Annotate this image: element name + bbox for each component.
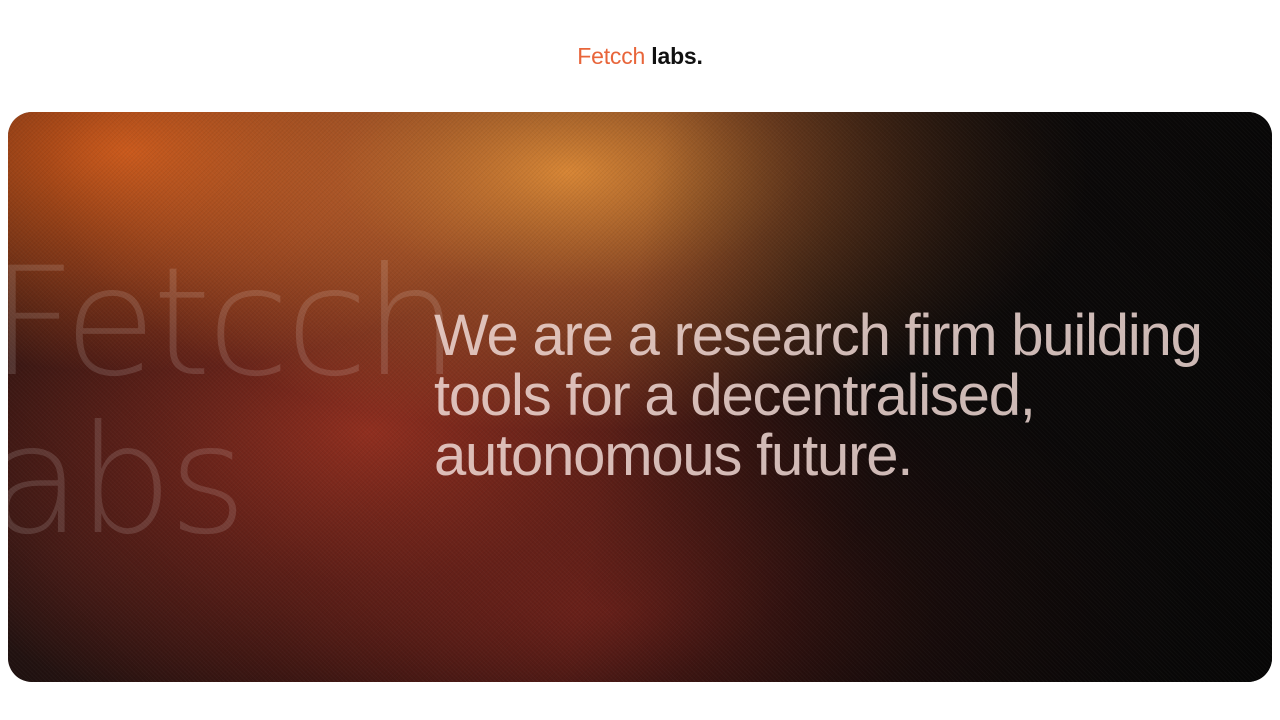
logo-brand: Fetcch bbox=[577, 43, 646, 69]
logo-link[interactable]: Fetcch labs. bbox=[0, 40, 1280, 72]
hero-banner: Fetcch labs We are a research firm build… bbox=[8, 112, 1272, 682]
site-header: Fetcch labs. bbox=[0, 0, 1280, 112]
hero-tagline: We are a research firm building tools fo… bbox=[434, 303, 1203, 488]
watermark-line-1: Fetcch bbox=[8, 236, 459, 410]
logo-suffix: labs. bbox=[651, 43, 703, 69]
hero-watermark: Fetcch labs bbox=[8, 236, 459, 568]
watermark-line-2: labs bbox=[8, 394, 247, 568]
